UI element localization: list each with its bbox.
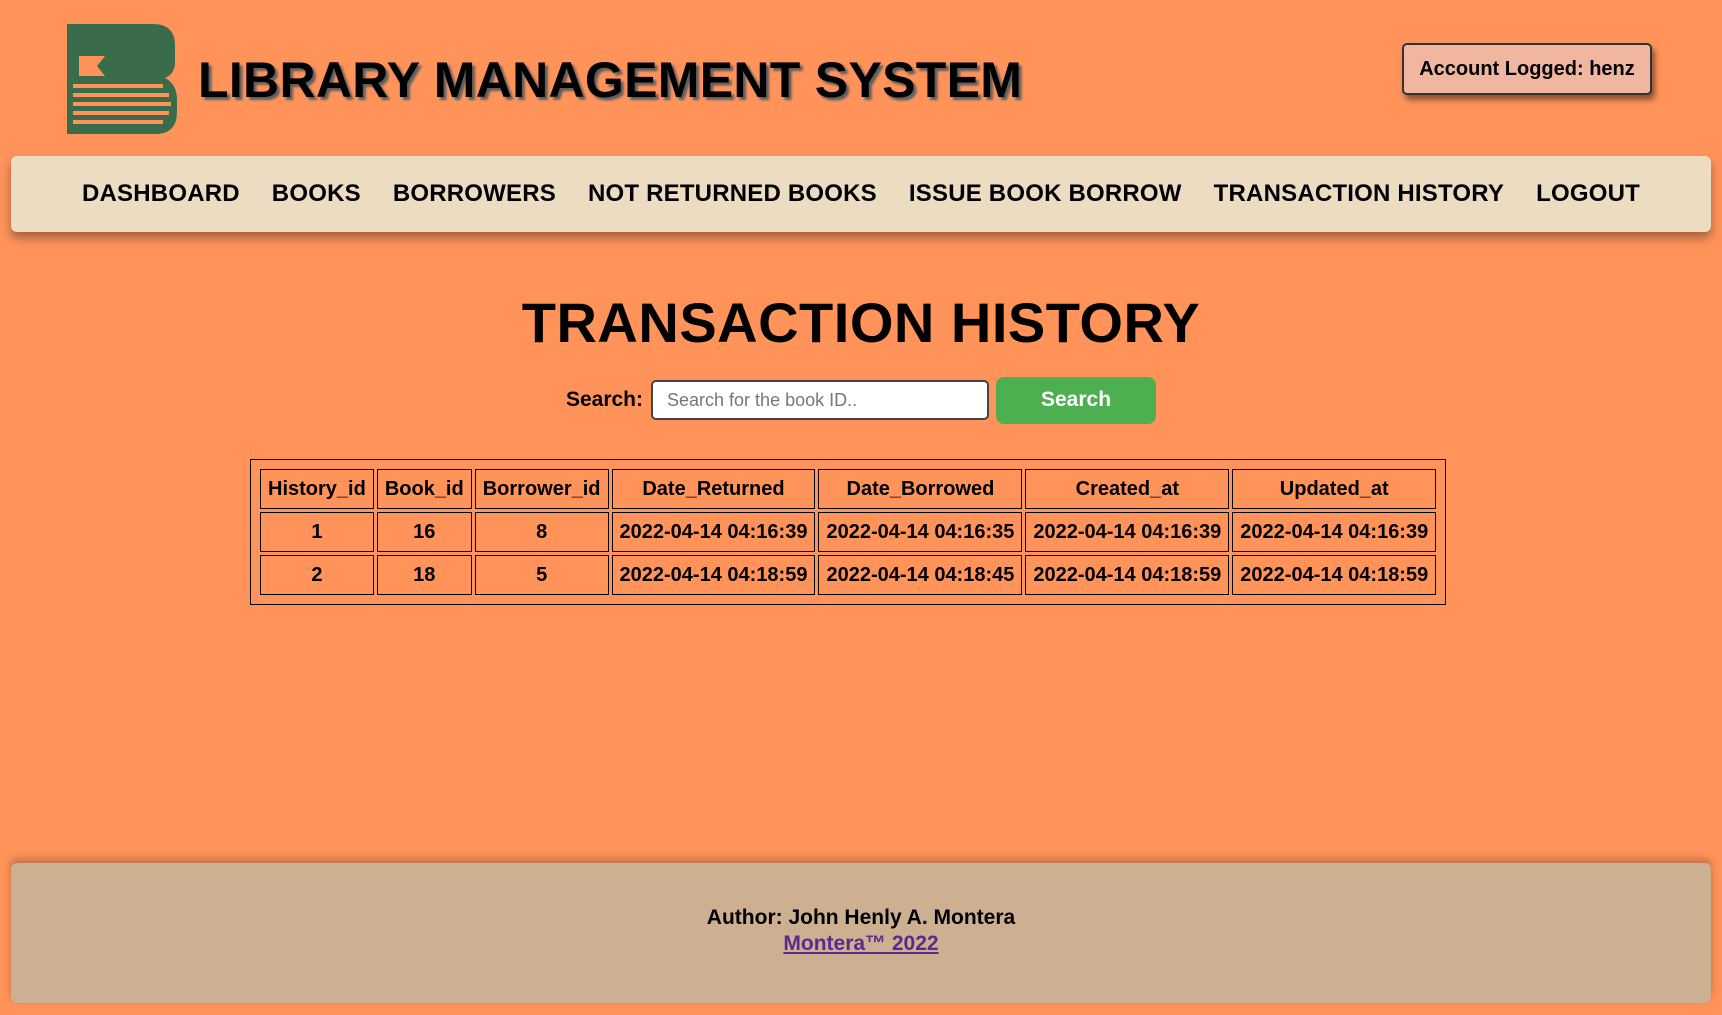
table-cell: 2022-04-14 04:16:39 — [1025, 512, 1230, 552]
nav-item-borrowers[interactable]: BORROWERS — [377, 180, 572, 208]
footer-copyright-link[interactable]: Montera™ 2022 — [783, 932, 938, 955]
column-header-date-borrowed: Date_Borrowed — [818, 469, 1023, 509]
table-cell: 5 — [474, 555, 609, 595]
header: LIBRARY MANAGEMENT SYSTEM Account Logged… — [0, 0, 1722, 150]
table-cell: 2 — [260, 555, 374, 595]
nav-item-issue-book-borrow[interactable]: ISSUE BOOK BORROW — [893, 180, 1198, 208]
table-cell: 2022-04-14 04:16:39 — [611, 512, 816, 552]
table-cell: 18 — [376, 555, 472, 595]
table-cell: 2022-04-14 04:16:39 — [1232, 512, 1437, 552]
footer-link-wrapper: Montera™ 2022 — [11, 931, 1711, 957]
page-title: TRANSACTION HISTORY — [521, 291, 1201, 354]
table-row: 2 18 5 2022-04-14 04:18:59 2022-04-14 04… — [260, 555, 1437, 595]
site-title: LIBRARY MANAGEMENT SYSTEM — [198, 52, 1023, 108]
table-cell: 16 — [376, 512, 472, 552]
table-cell: 2022-04-14 04:18:45 — [818, 555, 1023, 595]
nav-item-books[interactable]: BOOKS — [256, 180, 377, 208]
nav-item-dashboard[interactable]: DASHBOARD — [66, 180, 256, 208]
column-header-book-id: Book_id — [376, 469, 472, 509]
column-header-borrower-id: Borrower_id — [474, 469, 609, 509]
table-cell: 2022-04-14 04:18:59 — [1025, 555, 1230, 595]
table-cell: 2022-04-14 04:18:59 — [611, 555, 816, 595]
book-logo-icon — [67, 24, 177, 134]
nav-item-transaction-history[interactable]: TRANSACTION HISTORY — [1198, 180, 1520, 208]
column-header-updated-at: Updated_at — [1232, 469, 1437, 509]
main-nav: DASHBOARD BOOKS BORROWERS NOT RETURNED B… — [11, 156, 1711, 232]
column-header-created-at: Created_at — [1025, 469, 1230, 509]
search-input[interactable] — [651, 380, 990, 420]
table-cell: 2022-04-14 04:16:35 — [818, 512, 1023, 552]
table-cell: 2022-04-14 04:18:59 — [1232, 555, 1437, 595]
transaction-history-table: History_id Book_id Borrower_id Date_Retu… — [250, 459, 1447, 605]
table-header-row: History_id Book_id Borrower_id Date_Retu… — [260, 469, 1437, 509]
column-header-date-returned: Date_Returned — [611, 469, 816, 509]
table-row: 1 16 8 2022-04-14 04:16:39 2022-04-14 04… — [260, 512, 1437, 552]
column-header-history-id: History_id — [260, 469, 374, 509]
table-cell: 8 — [474, 512, 609, 552]
history-table-wrapper: History_id Book_id Borrower_id Date_Retu… — [250, 459, 1447, 605]
nav-item-logout[interactable]: LOGOUT — [1520, 180, 1656, 208]
search-label: Search: — [565, 388, 644, 411]
nav-item-not-returned-books[interactable]: NOT RETURNED BOOKS — [572, 180, 893, 208]
search-bar: Search: Search — [0, 376, 1722, 424]
footer-author: Author: John Henly A. Montera — [706, 906, 1016, 929]
search-button[interactable]: Search — [996, 376, 1157, 424]
account-status: Account Logged: henz — [1402, 43, 1652, 95]
footer: Author: John Henly A. Montera Montera™ 2… — [11, 863, 1711, 1003]
table-cell: 1 — [260, 512, 374, 552]
